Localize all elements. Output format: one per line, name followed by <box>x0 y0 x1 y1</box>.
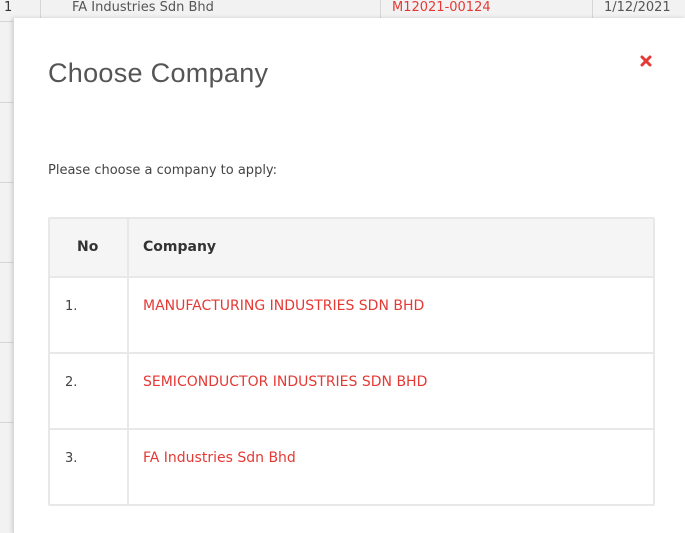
background-row-line <box>0 182 13 183</box>
company-cell: MANUFACTURING INDUSTRIES SDN BHD <box>129 278 653 352</box>
close-icon-glyph <box>640 55 652 67</box>
table-row: 3. FA Industries Sdn Bhd <box>50 428 653 504</box>
choose-company-dialog: Choose Company Please choose a company t… <box>13 18 685 533</box>
row-number: 2. <box>50 354 129 428</box>
background-left-strip <box>0 22 13 533</box>
table-row: 1. MANUFACTURING INDUSTRIES SDN BHD <box>50 276 653 352</box>
column-header-company: Company <box>143 239 217 255</box>
background-row-line <box>0 102 13 103</box>
company-cell: FA Industries Sdn Bhd <box>129 430 653 504</box>
company-link-fa-industries[interactable]: FA Industries Sdn Bhd <box>143 450 296 466</box>
close-icon[interactable] <box>637 52 655 70</box>
company-link-manufacturing[interactable]: MANUFACTURING INDUSTRIES SDN BHD <box>143 298 424 314</box>
background-row-line <box>0 422 13 423</box>
company-cell: SEMICONDUCTOR INDUSTRIES SDN BHD <box>129 354 653 428</box>
background-row-line <box>0 342 13 343</box>
company-table: No Company 1. MANUFACTURING INDUSTRIES S… <box>48 217 655 506</box>
row-number: 3. <box>50 430 129 504</box>
table-header-row: No Company <box>50 219 653 276</box>
table-row: 2. SEMICONDUCTOR INDUSTRIES SDN BHD <box>50 352 653 428</box>
dialog-instruction: Please choose a company to apply: <box>48 163 278 178</box>
column-header-no: No <box>50 219 129 276</box>
background-row-line <box>0 262 13 263</box>
company-link-semiconductor[interactable]: SEMICONDUCTOR INDUSTRIES SDN BHD <box>143 374 427 390</box>
dialog-title: Choose Company <box>48 58 269 88</box>
row-number: 1. <box>50 278 129 352</box>
